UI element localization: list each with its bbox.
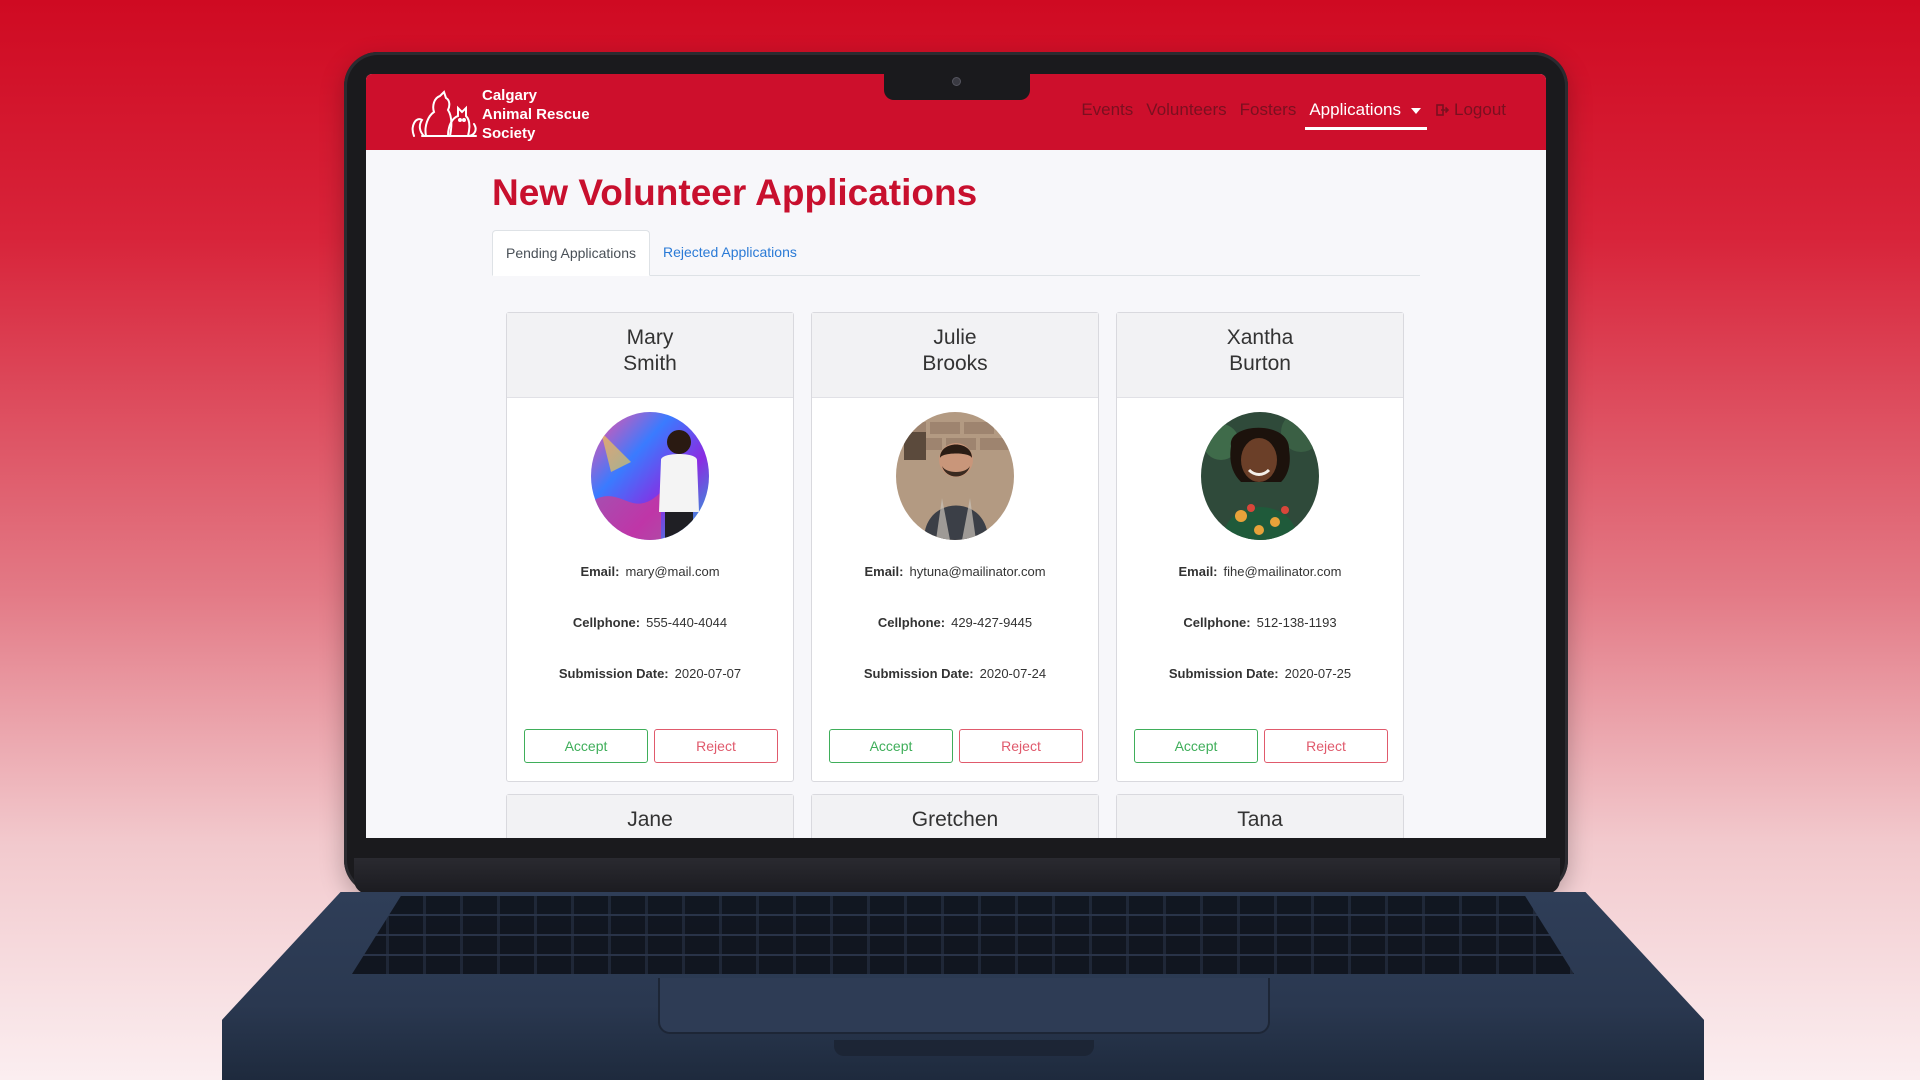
cellphone-label: Cellphone: — [1183, 615, 1251, 630]
active-nav-underline — [1305, 127, 1427, 130]
last-name: Smith — [623, 352, 677, 375]
applicant-card: Julie Brooks Email: hytuna@mailinator.co… — [811, 312, 1099, 782]
accept-button[interactable]: Accept — [524, 729, 648, 763]
reject-button[interactable]: Reject — [1264, 729, 1388, 763]
cellphone-value: 512-138-1193 — [1256, 615, 1337, 630]
laptop-hinge — [354, 858, 1560, 894]
card-actions: Accept Reject — [524, 729, 778, 763]
nav-links: Events Volunteers Fosters Applications L… — [1068, 100, 1506, 120]
first-name: Xantha — [1226, 326, 1294, 349]
accept-button[interactable]: Accept — [1134, 729, 1258, 763]
brand-name: Calgary Animal Rescue Society — [482, 86, 590, 143]
email-value: hytuna@mailinator.com — [909, 564, 1046, 579]
avatar — [591, 412, 709, 540]
brand-line-3: Society — [482, 125, 536, 142]
webcam-lens — [952, 77, 961, 86]
cellphone-label: Cellphone: — [877, 615, 946, 630]
cat-dog-outline-logo-icon — [411, 90, 477, 137]
card-actions: Accept Reject — [829, 729, 1083, 763]
nav-events[interactable]: Events — [1081, 100, 1133, 120]
first-name: Gretchen — [911, 808, 999, 831]
laptop-keyboard — [352, 896, 1574, 974]
avatar — [1201, 412, 1319, 540]
accept-button[interactable]: Accept — [829, 729, 953, 763]
submission-date-value: 2020-07-25 — [1284, 666, 1352, 681]
card-actions: Accept Reject — [1134, 729, 1388, 763]
email-row: Email: hytuna@mailinator.com — [812, 564, 1098, 615]
applicant-name: Xantha Burton — [1117, 313, 1403, 398]
first-name: Jane — [627, 808, 673, 831]
applicant-name: Mary Smith — [507, 313, 793, 398]
applicant-card: Gretchen — [811, 794, 1099, 838]
browser-screen: Calgary Animal Rescue Society Events Vol… — [366, 74, 1546, 838]
submission-date-label: Submission Date: — [558, 666, 669, 681]
tab-pending-applications[interactable]: Pending Applications — [492, 230, 650, 276]
applicant-details: Email: mary@mail.com Cellphone: 555-440-40… — [507, 564, 793, 717]
cellphone-row: Cellphone: 512-138-1193 — [1117, 615, 1403, 666]
applicant-card: Xantha Burton Email: fihe@mailinator.com … — [1116, 312, 1404, 782]
last-name: Brooks — [922, 352, 988, 375]
last-name: Burton — [1229, 352, 1291, 375]
applicant-card: Mary Smith Email: mary@mail.com Cellphon… — [506, 312, 794, 782]
applicant-name: Tana — [1117, 795, 1403, 838]
laptop-trackpad — [658, 978, 1270, 1034]
email-value: fihe@mailinator.com — [1223, 564, 1342, 579]
applicant-details: Email: fihe@mailinator.com Cellphone: 512-… — [1117, 564, 1403, 717]
cellphone-row: Cellphone: 555-440-4044 — [507, 615, 793, 666]
cellphone-value: 429-427-9445 — [951, 615, 1033, 630]
application-tabs: Pending Applications Rejected Applicatio… — [492, 230, 1420, 276]
reject-button[interactable]: Reject — [654, 729, 778, 763]
submission-date-value: 2020-07-24 — [979, 666, 1047, 681]
sign-out-icon — [1436, 104, 1450, 116]
applicant-name: Julie Brooks — [812, 313, 1098, 398]
submission-date-value: 2020-07-07 — [674, 666, 742, 681]
email-value: mary@mail.com — [625, 564, 720, 579]
submission-date-row: Submission Date: 2020-07-24 — [812, 666, 1098, 717]
email-label: Email: — [1178, 564, 1218, 579]
cellphone-row: Cellphone: 429-427-9445 — [812, 615, 1098, 666]
email-label: Email: — [580, 564, 620, 579]
avatar — [896, 412, 1014, 540]
logout-label: Logout — [1454, 100, 1506, 119]
cellphone-value: 555-440-4044 — [646, 615, 728, 630]
applicant-card: Jane — [506, 794, 794, 838]
submission-date-label: Submission Date: — [863, 666, 974, 681]
first-name: Mary — [626, 326, 674, 349]
applicant-details: Email: hytuna@mailinator.com Cellphone: 42… — [812, 564, 1098, 717]
nav-applications-dropdown[interactable]: Applications — [1309, 100, 1423, 120]
applicant-name: Gretchen — [812, 795, 1098, 838]
first-name: Tana — [1237, 808, 1283, 831]
nav-fosters[interactable]: Fosters — [1240, 100, 1297, 120]
email-label: Email: — [864, 564, 904, 579]
reject-button[interactable]: Reject — [959, 729, 1083, 763]
brand[interactable]: Calgary Animal Rescue Society — [408, 82, 608, 142]
laptop-base-lip — [834, 1040, 1094, 1056]
nav-volunteers[interactable]: Volunteers — [1146, 100, 1226, 120]
applicant-card: Tana — [1116, 794, 1404, 838]
tab-rejected-applications[interactable]: Rejected Applications — [650, 230, 810, 276]
nav-logout[interactable]: Logout — [1436, 100, 1506, 120]
submission-date-label: Submission Date: — [1168, 666, 1279, 681]
brand-line-2: Animal Rescue — [482, 106, 590, 123]
email-row: Email: fihe@mailinator.com — [1117, 564, 1403, 615]
cellphone-label: Cellphone: — [572, 615, 641, 630]
applicant-name: Jane — [507, 795, 793, 838]
first-name: Julie — [933, 326, 977, 349]
submission-date-row: Submission Date: 2020-07-25 — [1117, 666, 1403, 717]
submission-date-row: Submission Date: 2020-07-07 — [507, 666, 793, 717]
page-title: New Volunteer Applications — [492, 172, 978, 213]
brand-line-1: Calgary — [482, 87, 538, 104]
email-row: Email: mary@mail.com — [507, 564, 793, 615]
